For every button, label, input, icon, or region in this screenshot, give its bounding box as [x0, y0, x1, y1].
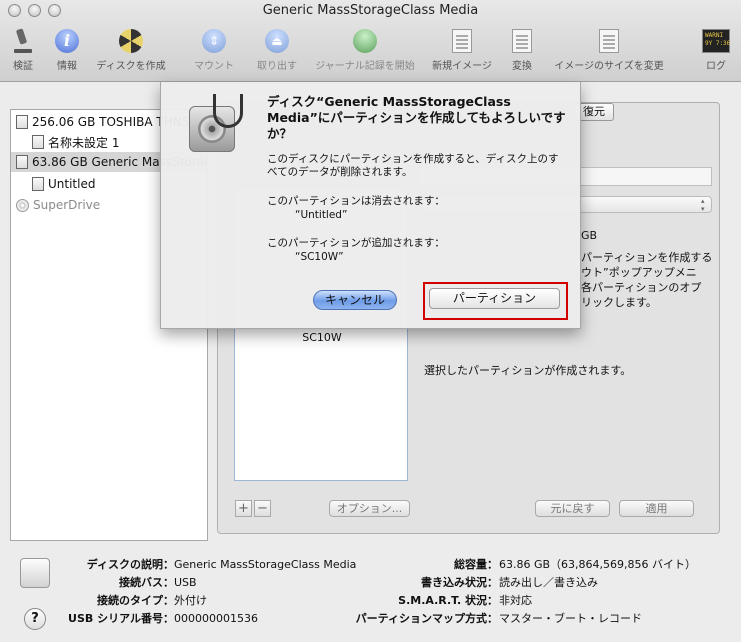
log-icon: WARNI 9Y 7:36	[702, 29, 730, 53]
journal-icon	[353, 29, 377, 53]
dialog-erase-label: このパーティションは消去されます：	[267, 195, 445, 207]
apply-button[interactable]: 適用	[619, 500, 694, 517]
toolbar-resize-image-button[interactable]: イメージのサイズを変更	[546, 28, 672, 72]
internal-disk-icon	[16, 115, 28, 129]
dialog-add-value: “SC10W”	[295, 251, 344, 263]
microscope-icon	[14, 29, 32, 53]
window-title: Generic MassStorageClass Media	[262, 3, 479, 18]
panel-description: パーティションを作成する ウト”ポップアップメニ 各パーティションのオプ リック…	[581, 251, 713, 309]
info-row-partition-map: パーティションマップ方式： マスター・ブート・レコード	[355, 612, 642, 625]
toolbar-info-button[interactable]: i 情報	[52, 28, 82, 72]
dialog-add-label: このパーティションが追加されます：	[267, 237, 445, 249]
convert-icon	[512, 29, 532, 53]
add-partition-button[interactable]: +	[235, 500, 252, 517]
info-row-write-status: 書き込み状況： 読み出し／書き込み	[421, 576, 598, 589]
disk-utility-window: Generic MassStorageClass Media 検証 i 情報 デ…	[0, 0, 741, 642]
optical-drive-icon	[16, 198, 29, 212]
eject-icon: ⏏	[265, 29, 289, 53]
resize-image-icon	[599, 29, 619, 53]
info-row-capacity: 総容量： 63.86 GB（63,864,569,856 バイト）	[454, 558, 697, 571]
volume-icon	[32, 177, 44, 191]
disk-utility-icon	[183, 92, 247, 156]
cancel-button[interactable]: キャンセル	[313, 290, 397, 310]
new-image-icon	[452, 29, 472, 53]
toolbar-new-image-button[interactable]: 新規イメージ	[428, 28, 496, 72]
info-icon: i	[55, 29, 79, 53]
revert-button[interactable]: 元に戻す	[535, 500, 610, 517]
mount-icon: ⇕	[202, 29, 226, 53]
info-row-smart: S.M.A.R.T. 状況： 非対応	[398, 594, 532, 607]
title-bar: Generic MassStorageClass Media 検証 i 情報 デ…	[0, 0, 741, 82]
toolbar-verify-button[interactable]: 検証	[8, 28, 38, 72]
toolbar-eject-button[interactable]: ⏏ 取り出す	[252, 28, 302, 72]
toolbar: 検証 i 情報 ディスクを作成 ⇕ マウント ⏏ 取り出す ジャーナル記録を開始	[0, 22, 741, 80]
toolbar-convert-button[interactable]: 変換	[506, 28, 538, 72]
options-button[interactable]: オプション...	[329, 500, 410, 517]
dialog-title: ディスク“Generic MassStorageClass Media”にパーテ…	[267, 94, 566, 141]
dialog-message: このディスクにパーティションを作成すると、ディスク上のすべてのデータが削除されま…	[267, 153, 559, 178]
toolbar-mount-button[interactable]: ⇕ マウント	[188, 28, 240, 72]
toolbar-burn-button[interactable]: ディスクを作成	[90, 28, 172, 72]
burn-disc-icon	[119, 29, 143, 53]
dialog-erase-value: “Untitled”	[295, 209, 348, 221]
disk-info-bar: ? ディスクの説明： Generic MassStorageClass Medi…	[0, 548, 741, 642]
remove-partition-button[interactable]: −	[254, 500, 271, 517]
highlight-box	[423, 282, 568, 320]
size-unit: GB	[581, 229, 598, 242]
toolbar-journal-button[interactable]: ジャーナル記録を開始	[308, 28, 422, 72]
external-disk-icon	[16, 155, 28, 169]
volume-icon	[32, 135, 44, 149]
toolbar-log-button[interactable]: WARNI 9Y 7:36 ログ	[698, 28, 734, 72]
partition-layout-label: SC10W	[302, 331, 342, 344]
partition-status-text: 選択したパーティションが作成されます。	[424, 364, 632, 377]
